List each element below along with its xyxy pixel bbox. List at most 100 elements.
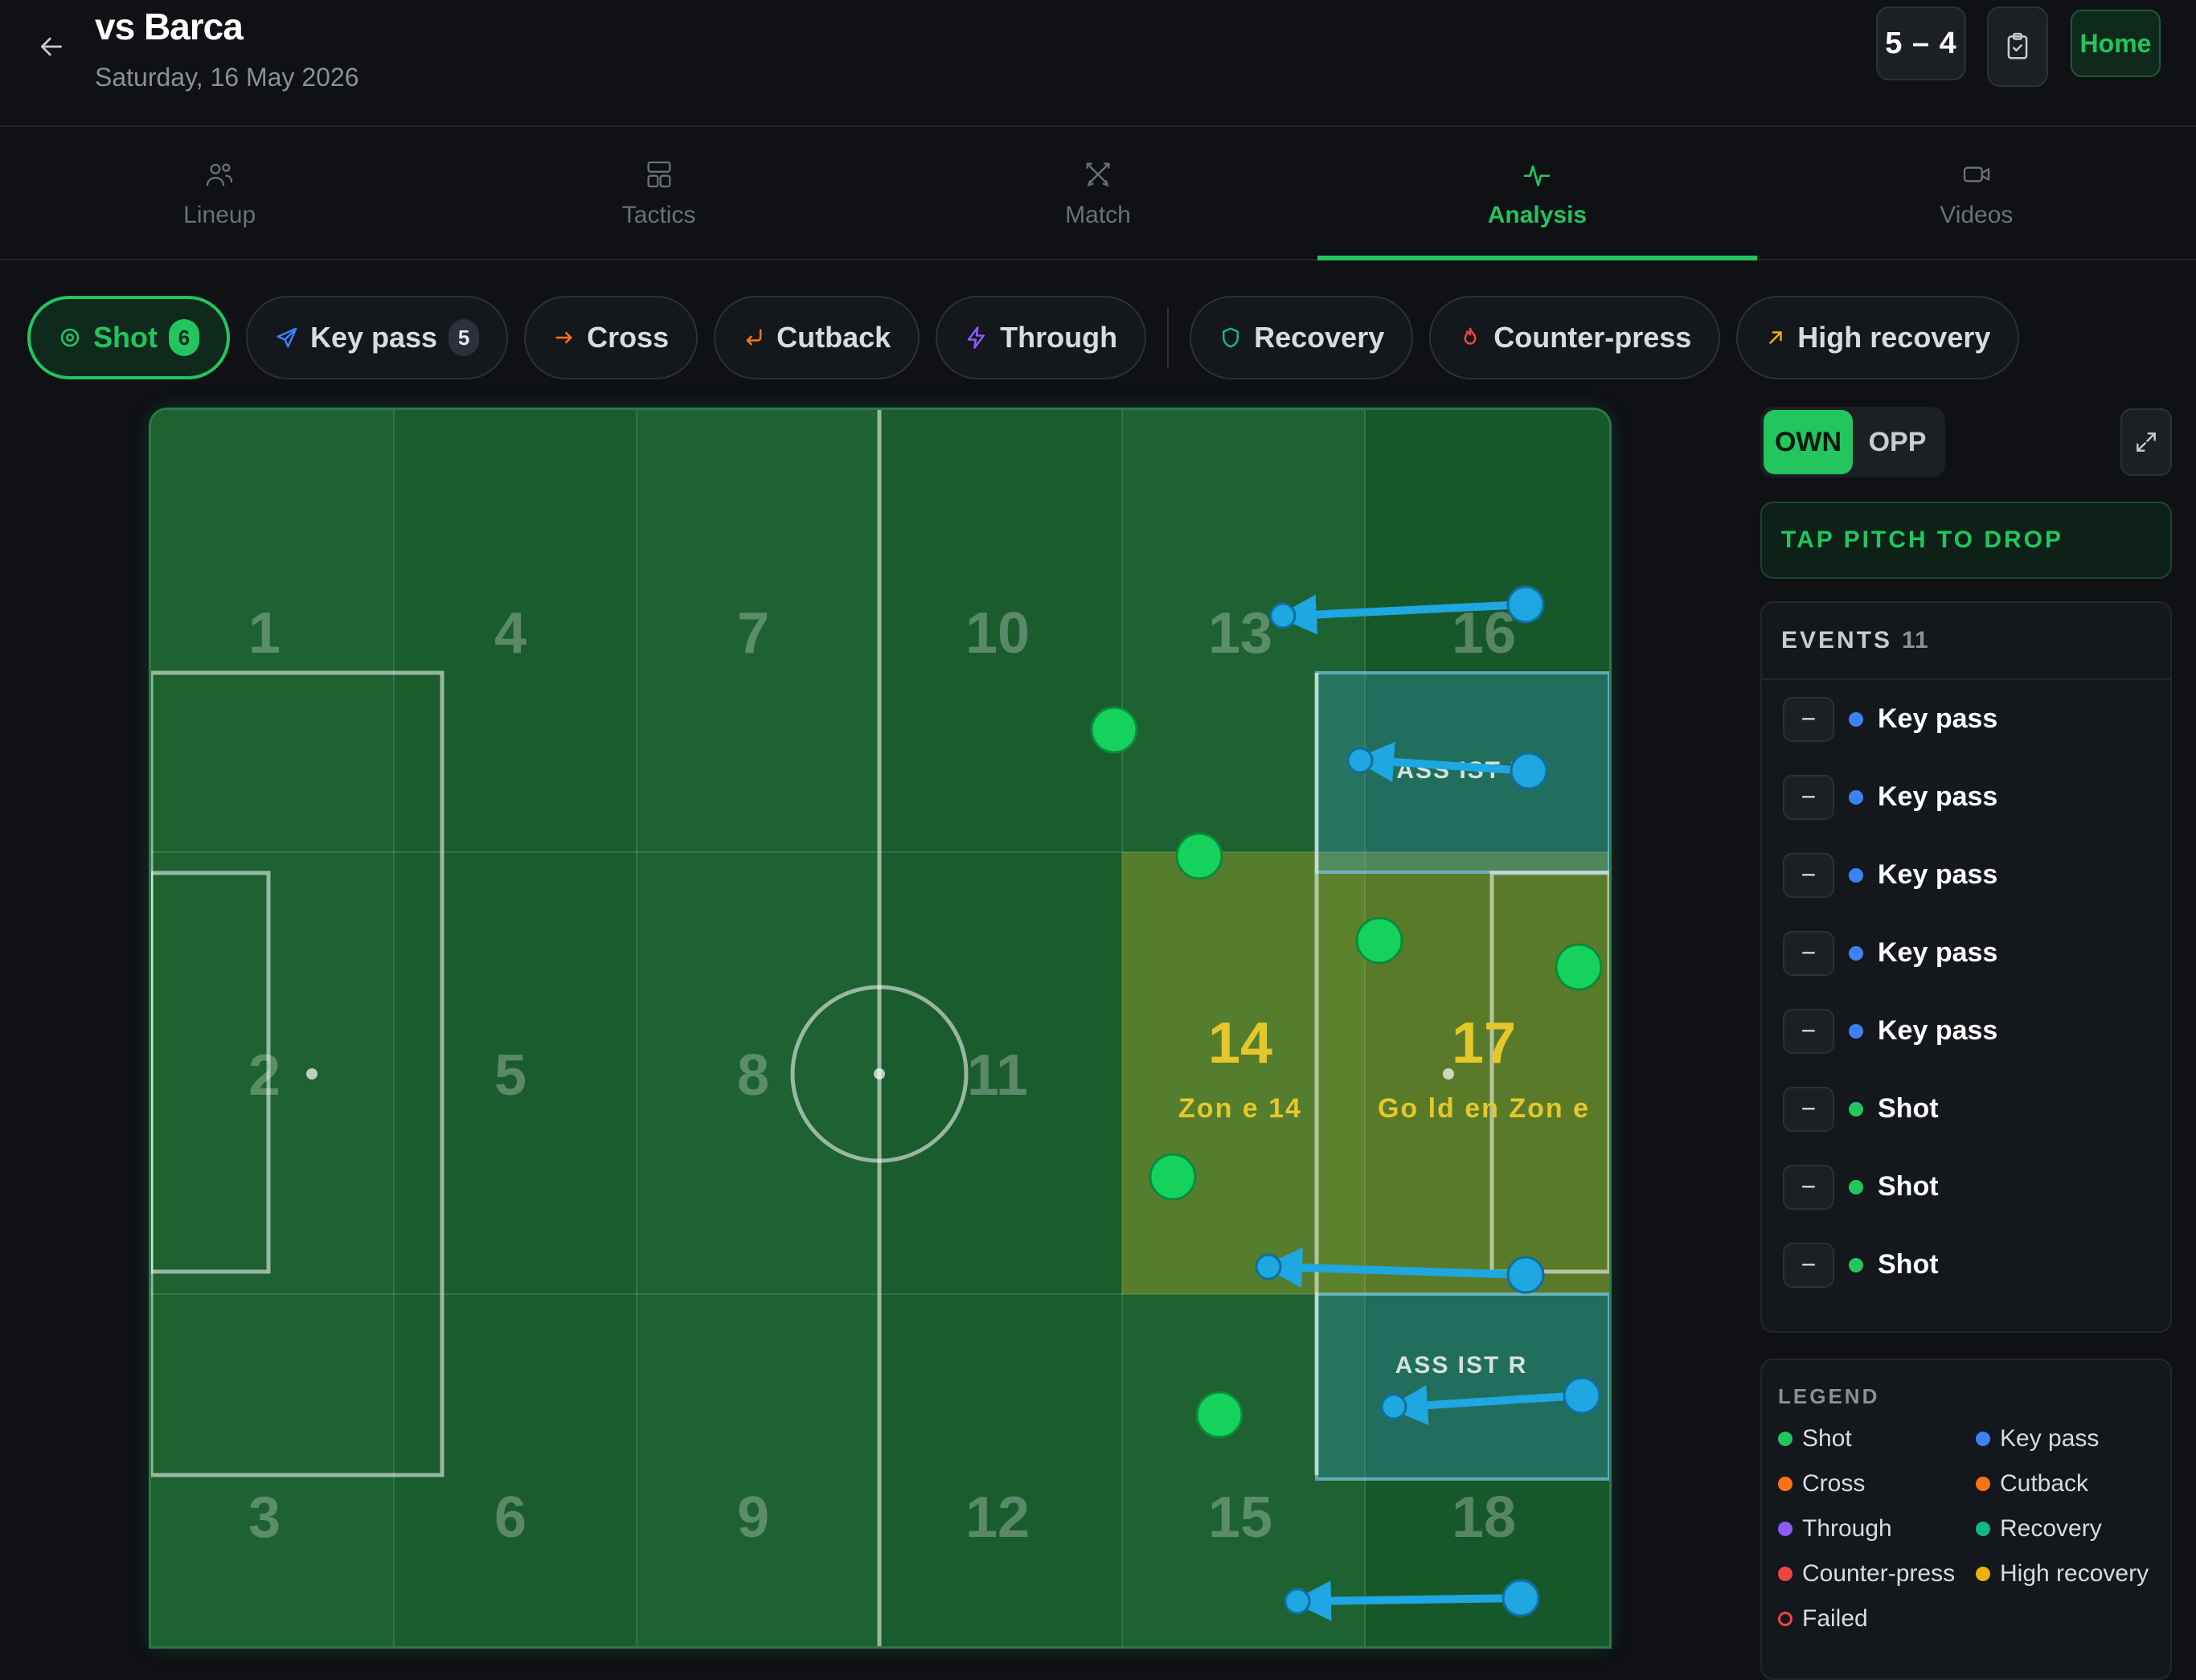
shot-marker[interactable]	[1195, 1391, 1243, 1439]
tab-bar: Lineup Tactics Match Analysis Videos	[0, 129, 2196, 260]
filter-label: Counter-press	[1493, 321, 1692, 354]
remove-event-button[interactable]: −	[1783, 930, 1834, 976]
filter-shot[interactable]: Shot 6	[27, 296, 230, 379]
flame-icon	[1464, 327, 1477, 345]
filter-cross[interactable]: Cross	[524, 296, 699, 379]
zone-number: 8	[737, 1043, 769, 1108]
users-icon	[207, 163, 233, 186]
target-icon	[60, 328, 80, 347]
legend-dot	[1976, 1522, 1990, 1536]
toggle-own[interactable]: OWN	[1764, 410, 1853, 474]
legend-item-through: Through	[1778, 1515, 1976, 1543]
legend-item-high-recovery: High recovery	[1976, 1560, 2173, 1588]
legend-label: High recovery	[2000, 1560, 2149, 1587]
top-bar: vs Barca Saturday, 16 May 2026 5 – 4 Hom…	[0, 0, 2196, 127]
tap-pitch-banner[interactable]: TAP PITCH TO DROP	[1760, 502, 2172, 579]
legend-item-cross: Cross	[1778, 1470, 1976, 1498]
shot-marker[interactable]	[1149, 1153, 1197, 1201]
shot-marker[interactable]	[1355, 916, 1403, 965]
event-row[interactable]: − Key pass	[1762, 680, 2170, 758]
tab-lineup[interactable]: Lineup	[0, 129, 439, 259]
legend-item-failed: Failed	[1778, 1605, 1976, 1633]
legend-label: Through	[1802, 1515, 1892, 1542]
filter-through[interactable]: Through	[936, 296, 1147, 379]
legend-label: Recovery	[2000, 1515, 2102, 1542]
zone-number-highlight: 17	[1452, 1011, 1516, 1076]
remove-event-button[interactable]: −	[1783, 774, 1834, 820]
tab-label: Match	[1065, 202, 1131, 228]
legend-grid: Shot Key pass Cross Cutback Through Reco…	[1778, 1425, 2154, 1633]
legend-label: Counter-press	[1802, 1560, 1956, 1587]
event-type-dot	[1849, 1257, 1863, 1272]
tab-label: Analysis	[1487, 202, 1588, 228]
score-chip[interactable]: 5 – 4	[1876, 6, 1966, 80]
zone-number: 5	[494, 1043, 526, 1108]
event-row[interactable]: − Key pass	[1762, 992, 2170, 1070]
clipboard-button[interactable]	[1987, 6, 2048, 87]
remove-event-button[interactable]: −	[1783, 1008, 1834, 1054]
venue-home-button[interactable]: Home	[2071, 10, 2161, 77]
shot-marker[interactable]	[1175, 832, 1223, 880]
tab-videos[interactable]: Videos	[1757, 129, 2196, 259]
legend-dot	[1778, 1567, 1792, 1581]
legend-dot	[1976, 1477, 1990, 1491]
tab-analysis[interactable]: Analysis	[1317, 129, 1758, 260]
legend-dot	[1778, 1522, 1792, 1536]
event-label: Key pass	[1878, 781, 1998, 812]
events-title: EVENTS	[1781, 627, 1893, 654]
tab-label: Videos	[1940, 202, 2014, 228]
filter-counter-press[interactable]: Counter-press	[1429, 296, 1721, 379]
filter-high-recovery[interactable]: High recovery	[1736, 296, 2020, 379]
legend-item-cutback: Cutback	[1976, 1470, 2173, 1498]
event-row[interactable]: − Shot	[1762, 1226, 2170, 1304]
zone-number: 1	[248, 601, 281, 666]
legend-ring	[1778, 1612, 1792, 1626]
event-label: Shot	[1878, 1093, 1939, 1124]
tab-match[interactable]: Match	[879, 129, 1317, 259]
remove-event-button[interactable]: −	[1783, 1164, 1834, 1210]
shield-icon	[1223, 327, 1239, 348]
legend-dot	[1778, 1432, 1792, 1446]
maximize-icon	[2137, 432, 2156, 452]
remove-event-button[interactable]: −	[1783, 1242, 1834, 1288]
filter-cutback[interactable]: Cutback	[714, 296, 920, 379]
legend-label: Failed	[1802, 1605, 1868, 1632]
zone-number-highlight: 14	[1208, 1011, 1272, 1076]
activity-icon	[1524, 165, 1551, 186]
filter-count: 6	[168, 319, 199, 356]
events-count: 11	[1902, 627, 1929, 654]
zone-14-label: Zon e 14	[1178, 1093, 1302, 1124]
filter-recovery[interactable]: Recovery	[1190, 296, 1414, 379]
send-icon	[277, 327, 297, 348]
arrow-left-icon	[41, 37, 62, 56]
event-row[interactable]: − Key pass	[1762, 914, 2170, 992]
back-button[interactable]	[29, 24, 74, 69]
expand-button[interactable]	[2120, 408, 2172, 476]
remove-event-button[interactable]: −	[1783, 852, 1834, 898]
zone-number: 18	[1452, 1485, 1516, 1550]
toggle-opp[interactable]: OPP	[1853, 410, 1942, 474]
zone-number: 4	[494, 601, 526, 666]
event-label: Key pass	[1878, 859, 1998, 890]
side-toggle: OWN OPP	[1760, 407, 1945, 477]
event-row[interactable]: − Key pass	[1762, 758, 2170, 836]
remove-event-button[interactable]: −	[1783, 696, 1834, 742]
event-type-dot	[1849, 789, 1863, 805]
event-row[interactable]: − Shot	[1762, 1070, 2170, 1148]
shot-marker[interactable]	[1555, 943, 1603, 991]
filter-key-pass[interactable]: Key pass 5	[245, 296, 509, 379]
event-row[interactable]: − Key pass	[1762, 836, 2170, 914]
layout-icon	[647, 161, 671, 188]
shot-marker[interactable]	[1090, 706, 1138, 754]
event-row[interactable]: − Shot	[1762, 1148, 2170, 1226]
clipboard-check-icon	[2007, 32, 2028, 59]
tab-tactics[interactable]: Tactics	[439, 129, 878, 259]
zone-number: 11	[967, 1043, 1028, 1108]
pitch-svg[interactable]: 1 4 7 10 13 16 2 5 8 11 3 6 9 12 15 18 1…	[151, 410, 1609, 1646]
remove-event-button[interactable]: −	[1783, 1086, 1834, 1132]
event-type-dot	[1849, 1023, 1863, 1039]
pitch-canvas[interactable]: 1 4 7 10 13 16 2 5 8 11 3 6 9 12 15 18 1…	[151, 410, 1609, 1646]
event-label: Key pass	[1878, 1015, 1998, 1046]
video-icon	[1963, 166, 1989, 182]
filter-label: Cross	[587, 321, 670, 354]
